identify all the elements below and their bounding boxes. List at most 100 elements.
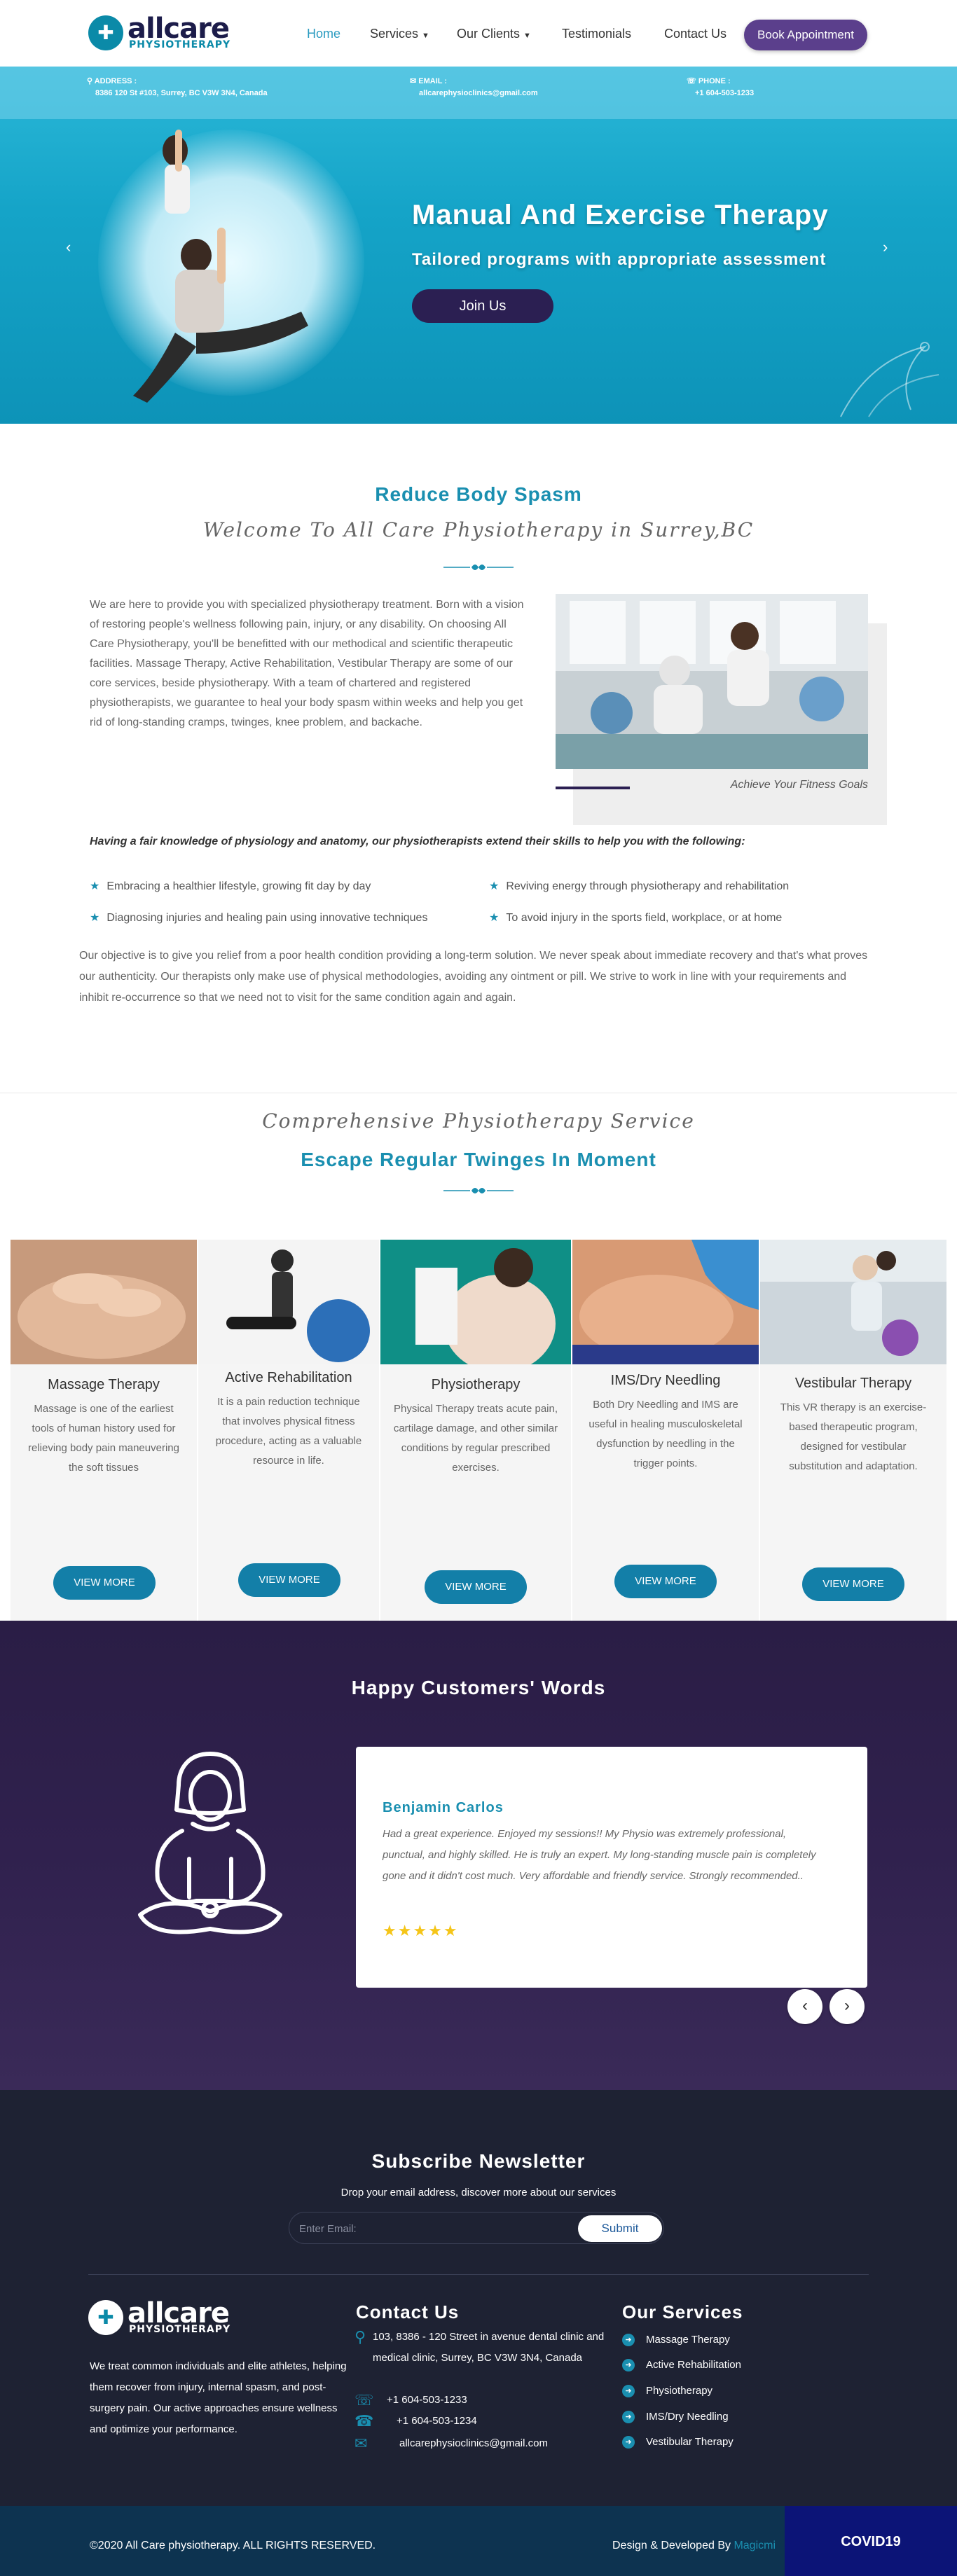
intro-paragraph: We are here to provide you with speciali… <box>90 599 524 728</box>
phone-value[interactable]: +1 604-503-1233 <box>695 89 754 97</box>
footer-email[interactable]: allcarephysioclinics@gmail.com <box>399 2433 548 2454</box>
view-more-button[interactable]: VIEW MORE <box>53 1566 156 1600</box>
view-more-button[interactable]: VIEW MORE <box>614 1565 717 1598</box>
nav-home[interactable]: Home <box>307 27 340 41</box>
service-card-ims-dry-needling: IMS/Dry Needling Both Dry Needling and I… <box>572 1240 759 1621</box>
nav-services[interactable]: Services ▼ <box>370 27 429 41</box>
phone-info: ☏ PHONE : <box>687 76 731 85</box>
service-card-vestibular: Vestibular Therapy This VR therapy is an… <box>760 1240 946 1621</box>
decorative-swirl <box>840 342 939 417</box>
footer-divider <box>88 2274 869 2275</box>
nav-our-clients[interactable]: Our Clients ▼ <box>457 27 531 41</box>
newsletter-submit-button[interactable]: Submit <box>578 2215 662 2242</box>
service-title: IMS/Dry Needling <box>610 1373 721 1388</box>
info-bar: ⚲ ADDRESS : 8386 120 St #103, Surrey, BC… <box>0 67 957 119</box>
address-info: ⚲ ADDRESS : <box>87 76 137 85</box>
nav-services-label: Services <box>370 27 419 41</box>
newsletter-email-input[interactable] <box>299 2221 551 2236</box>
footer-service-link[interactable]: ➜ Vestibular Therapy <box>622 2436 734 2449</box>
footer-service-link[interactable]: ➜ Massage Therapy <box>622 2334 730 2347</box>
bullet-text: To avoid injury in the sports field, wor… <box>506 912 783 924</box>
view-more-button[interactable]: VIEW MORE <box>802 1567 904 1601</box>
footer-logo[interactable]: ✚ allcare PHYSIOTHERAPY <box>88 2297 284 2339</box>
footer-service-label: IMS/Dry Needling <box>646 2411 729 2423</box>
service-description: Both Dry Needling and IMS are useful in … <box>588 1399 743 1469</box>
testimonials-section: Happy Customers' Words Benjamin Carlos H… <box>0 1621 957 2090</box>
fax-icon: ☎ <box>354 2412 374 2430</box>
service-image-active-rehab <box>198 1240 379 1364</box>
knowledge-statement: Having a fair knowledge of physiology an… <box>90 836 745 847</box>
email-value[interactable]: allcarephysioclinics@gmail.com <box>419 89 538 97</box>
review-text: Had a great experience. Enjoyed my sessi… <box>383 1828 816 1882</box>
newsletter-title: Subscribe Newsletter <box>371 2150 586 2172</box>
logo-mark-icon: ✚ <box>88 15 123 50</box>
design-credit: Design & Developed By Magicmi <box>612 2540 776 2552</box>
service-description: It is a pain reduction technique that in… <box>215 1396 362 1467</box>
star-bullet-icon: ★ <box>90 880 100 892</box>
bullet-item: ★ Embracing a healthier lifestyle, growin… <box>90 879 371 893</box>
hero-title: Manual And Exercise Therapy <box>412 200 829 230</box>
hero-slider: ⚲ ADDRESS : 8386 120 St #103, Surrey, BC… <box>0 67 957 424</box>
bullet-text: Diagnosing injuries and healing pain usi… <box>106 912 428 924</box>
footer-about-text: We treat common individuals and elite at… <box>90 2360 347 2435</box>
bullet-item: ★ Diagnosing injuries and healing pain us… <box>90 910 427 925</box>
logo-mark-icon: ✚ <box>88 2300 123 2335</box>
footer-service-link[interactable]: ➜ Active Rehabilitation <box>622 2359 741 2372</box>
join-us-button[interactable]: Join Us <box>412 289 553 323</box>
reviewer-name: Benjamin Carlos <box>383 1800 504 1815</box>
intro-photo <box>556 594 868 769</box>
address-value: 8386 120 St #103, Surrey, BC V3W 3N4, Ca… <box>95 89 268 97</box>
testimonial-card: Benjamin Carlos Had a great experience. … <box>356 1747 867 1988</box>
view-more-button[interactable]: VIEW MORE <box>425 1570 527 1604</box>
testimonial-next-button[interactable]: › <box>829 1989 865 2024</box>
objective-paragraph: Our objective is to give you relief from… <box>79 950 868 1004</box>
chevron-left-icon: ‹ <box>802 1996 808 2015</box>
intro-title: Reduce Body Spasm <box>375 483 582 505</box>
covid-banner[interactable]: COVID19 <box>785 2506 957 2576</box>
caret-down-icon: ▼ <box>422 32 429 40</box>
star-bullet-icon: ★ <box>489 880 500 892</box>
footer-service-label: Massage Therapy <box>646 2334 730 2346</box>
hero-subtitle: Tailored programs with appropriate asses… <box>412 250 827 269</box>
logo-tagline: PHYSIOTHERAPY <box>129 39 231 50</box>
service-card-physiotherapy: Physiotherapy Physical Therapy treats ac… <box>380 1240 571 1621</box>
site-logo[interactable]: ✚ allcare PHYSIOTHERAPY <box>88 13 256 52</box>
book-appointment-button[interactable]: Book Appointment <box>744 20 867 50</box>
footer-address: 103, 8386 - 120 Street in avenue dental … <box>373 2331 605 2364</box>
footer-phone-1[interactable]: +1 604-503-1233 <box>387 2390 467 2411</box>
view-more-button[interactable]: VIEW MORE <box>238 1563 340 1597</box>
phone-icon: ☏ <box>687 77 696 85</box>
service-title: Vestibular Therapy <box>794 1376 912 1391</box>
footer-phone-2[interactable]: +1 604-503-1234 <box>397 2411 477 2432</box>
service-card-active-rehab: Active Rehabilitation It is a pain reduc… <box>198 1240 379 1621</box>
arrow-circle-icon: ➜ <box>622 2411 635 2424</box>
copyright-text: ©2020 All Care physiotherapy. ALL RIGHTS… <box>90 2540 376 2551</box>
caret-down-icon: ▼ <box>523 32 531 40</box>
testimonial-prev-button[interactable]: ‹ <box>787 1989 822 2024</box>
service-description: This VR therapy is an exercise-based the… <box>780 1401 927 1472</box>
image-caption: Achieve Your Fitness Goals <box>730 779 868 791</box>
meditation-icon <box>138 1752 282 1934</box>
star-rating-icon: ★★★★★ <box>383 1922 459 1939</box>
footer-bottom-bar: ©2020 All Care physiotherapy. ALL RIGHTS… <box>0 2506 957 2576</box>
nav-contact-us[interactable]: Contact Us <box>664 27 727 41</box>
map-pin-icon: ⚲ <box>354 2328 366 2346</box>
nav-testimonials[interactable]: Testimonials <box>562 27 631 41</box>
chevron-right-icon: › <box>844 1996 850 2015</box>
hero-prev-arrow-icon[interactable]: ‹ <box>66 238 71 256</box>
service-image-physiotherapy <box>380 1240 571 1364</box>
site-header: ✚ allcare PHYSIOTHERAPY Home Services ▼ … <box>0 0 957 67</box>
hero-image-therapist <box>133 130 308 403</box>
service-image-vestibular <box>760 1240 946 1364</box>
footer-service-link[interactable]: ➜ IMS/Dry Needling <box>622 2411 729 2424</box>
footer-services-title: Our Services <box>622 2301 743 2322</box>
site-footer: Subscribe Newsletter Drop your email add… <box>0 2090 957 2576</box>
footer-service-link[interactable]: ➜ Physiotherapy <box>622 2385 712 2398</box>
service-title: Massage Therapy <box>48 1377 160 1392</box>
designer-link[interactable]: Magicmi <box>734 2540 776 2551</box>
address-label: ADDRESS : <box>94 77 137 85</box>
service-description: Massage is one of the earliest tools of … <box>28 1403 179 1474</box>
bullet-text: Embracing a healthier lifestyle, growing… <box>106 880 371 892</box>
phone-label: PHONE : <box>698 77 731 85</box>
hero-next-arrow-icon[interactable]: › <box>883 238 888 256</box>
